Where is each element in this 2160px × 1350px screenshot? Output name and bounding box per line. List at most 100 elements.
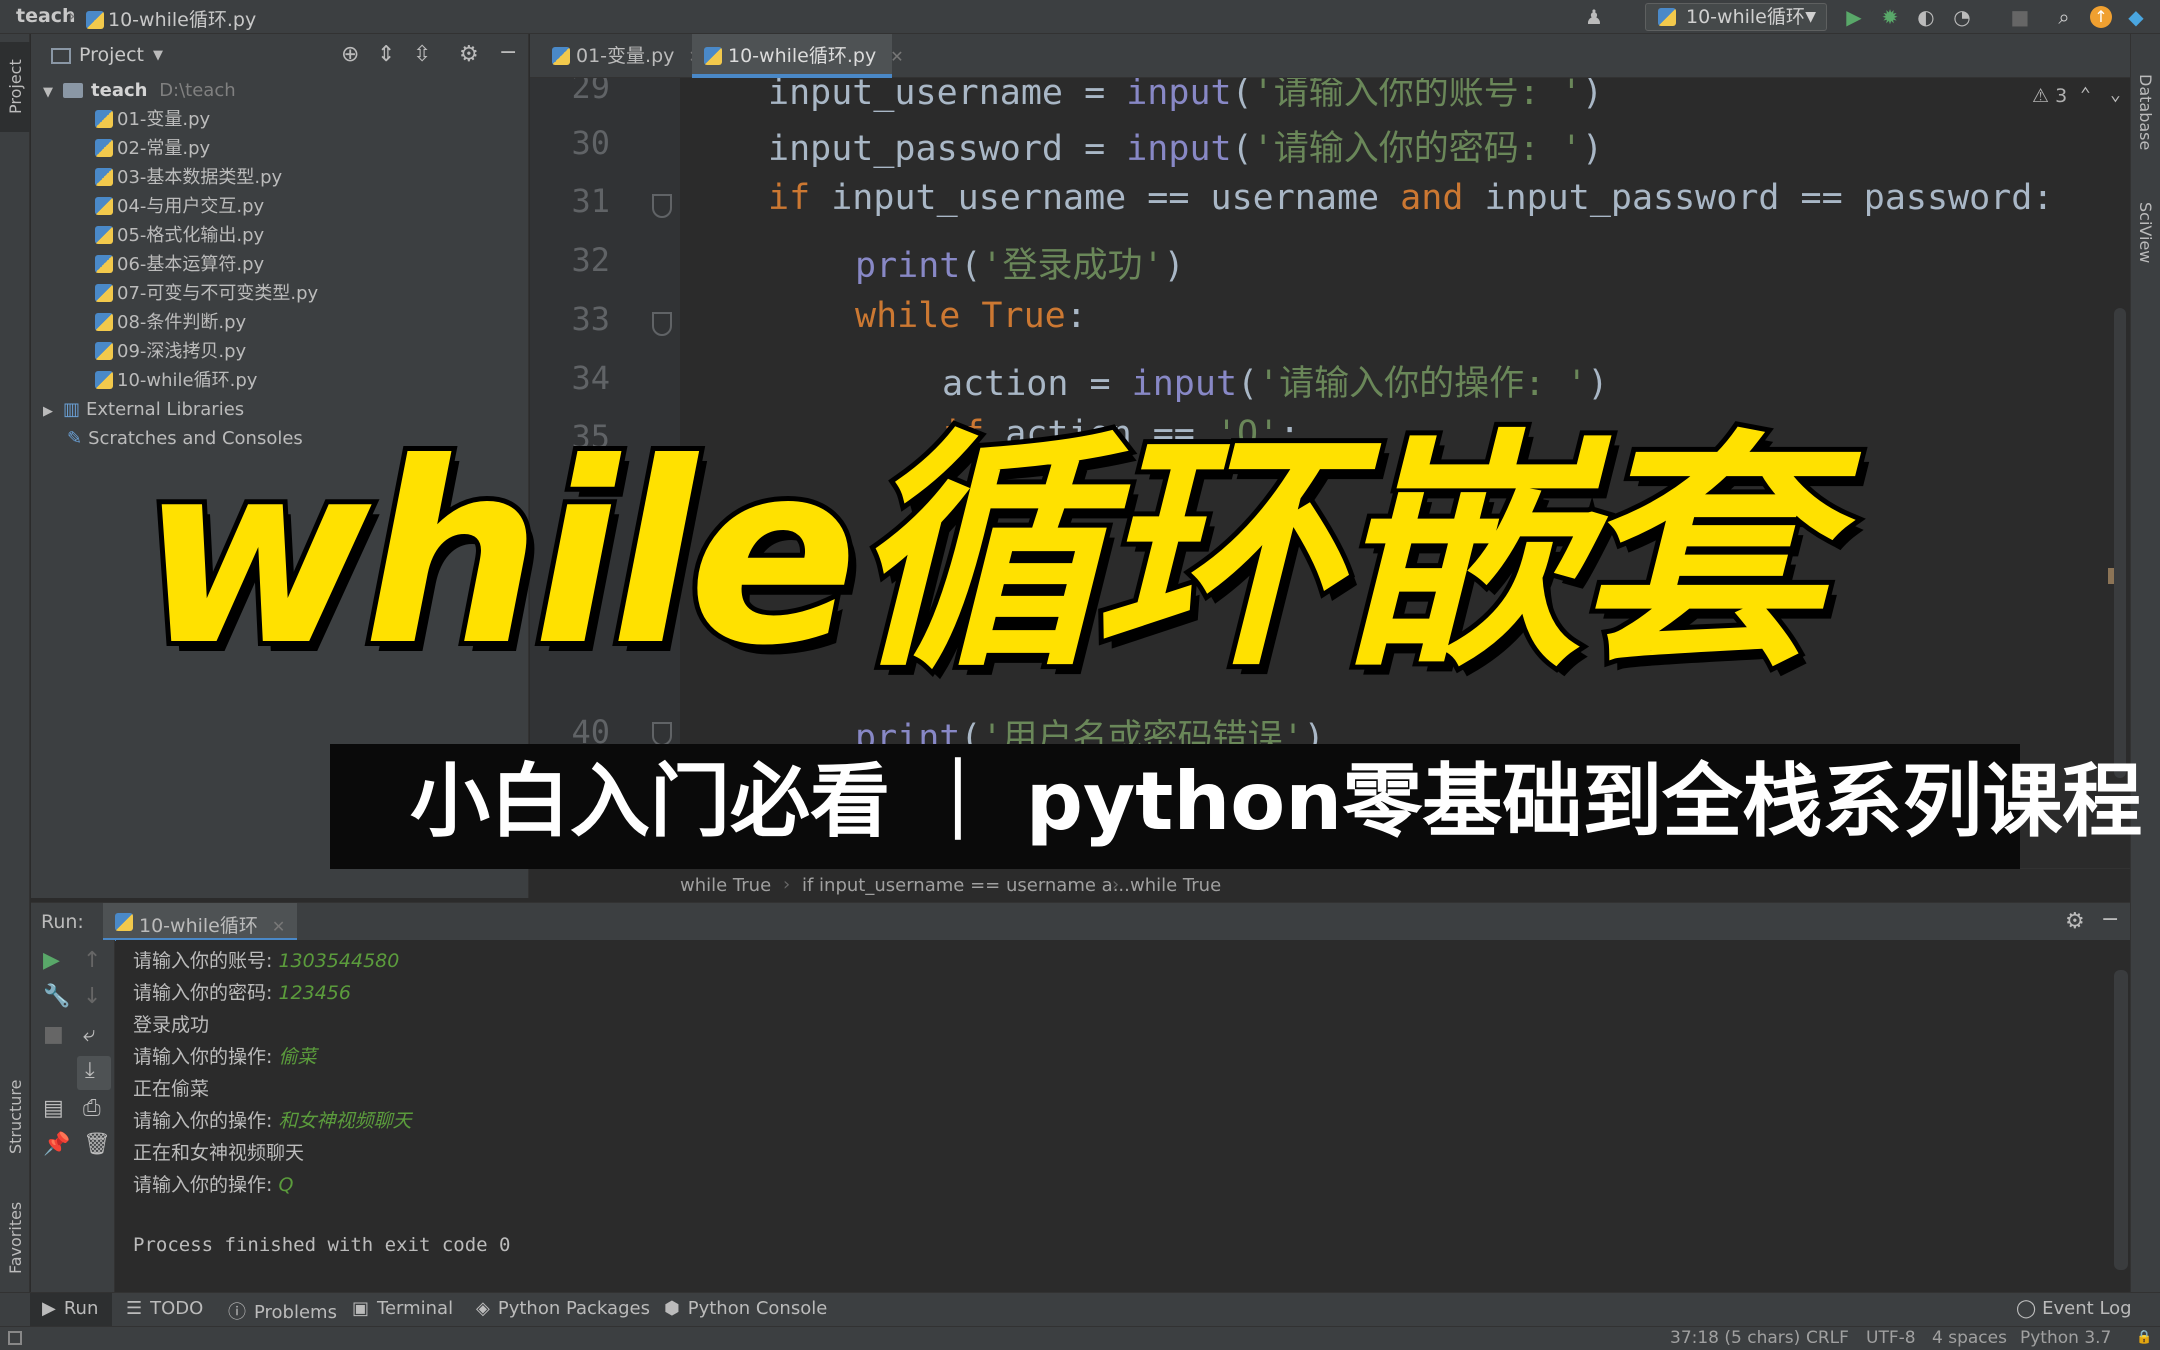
tree-file[interactable]: 01-变量.py	[95, 105, 210, 134]
run-panel-label: Run:	[41, 911, 84, 933]
tree-file[interactable]: 08-条件判断.py	[95, 308, 246, 337]
tree-file[interactable]: 07-可变与不可变类型.py	[95, 279, 318, 308]
line-number: 32	[571, 241, 610, 279]
tree-file[interactable]: 03-基本数据类型.py	[95, 163, 282, 192]
stop-icon[interactable]: ■	[43, 1022, 64, 1047]
fold-marker-icon[interactable]	[652, 194, 672, 218]
tool-todo[interactable]: ☰ TODO	[126, 1298, 203, 1319]
tree-file-label: 08-条件判断.py	[117, 312, 247, 333]
project-tool-button[interactable]: Project	[0, 42, 30, 132]
trash-icon[interactable]: 🗑	[83, 1132, 111, 1157]
tool-python-packages[interactable]: ◈ Python Packages	[476, 1298, 650, 1319]
python-icon: ⬢	[664, 1298, 680, 1319]
editor-scrollbar[interactable]	[2114, 308, 2126, 778]
chevron-down-icon[interactable]: ⌄	[2110, 84, 2121, 105]
structure-tool-label[interactable]: Structure	[6, 1080, 25, 1154]
locate-icon[interactable]: ⊕	[341, 42, 359, 67]
fold-marker-icon[interactable]	[652, 312, 672, 336]
gear-icon[interactable]: ⚙	[2065, 909, 2085, 934]
tree-file[interactable]: 10-while循环.py	[95, 366, 257, 395]
file-encoding[interactable]: UTF-8	[1866, 1328, 1916, 1348]
run-console[interactable]: 请输入你的账号: 1303544580 请输入你的密码: 123456 登录成功…	[116, 940, 2128, 1292]
tool-python-console[interactable]: ⬢ Python Console	[664, 1298, 827, 1319]
folder-icon	[63, 83, 83, 98]
tool-python-console-label: Python Console	[687, 1298, 828, 1319]
chevron-down-icon: ▼	[43, 85, 53, 100]
plugin-icon[interactable]: ◆	[2124, 5, 2148, 29]
favorites-tool-label[interactable]: Favorites	[6, 1202, 25, 1274]
fold-marker-icon[interactable]	[652, 722, 672, 746]
print-icon[interactable]: ⎙	[83, 1096, 101, 1121]
coverage-icon[interactable]: ◐	[1914, 5, 1938, 29]
update-icon[interactable]: ↑	[2090, 6, 2112, 28]
line-separator[interactable]: CRLF	[1806, 1328, 1849, 1348]
console-scrollbar[interactable]	[2114, 970, 2128, 1270]
warnings-indicator[interactable]: ⚠ 3	[2032, 85, 2067, 107]
rerun-icon[interactable]: ▶	[43, 948, 60, 973]
tool-python-packages-label: Python Packages	[497, 1298, 650, 1319]
toggle-tool-windows-icon[interactable]	[8, 1331, 22, 1345]
python-file-icon	[704, 47, 722, 65]
layout-icon[interactable]: ▤	[43, 1096, 64, 1121]
tree-file[interactable]: 02-常量.py	[95, 134, 210, 163]
collapse-all-icon[interactable]: ⇳	[413, 42, 431, 67]
tree-root[interactable]: ▼ teach D:\teach	[43, 76, 236, 105]
soft-wrap-icon[interactable]: ⤶	[83, 1022, 95, 1047]
stop-icon[interactable]: ■	[2008, 5, 2032, 29]
python-interpreter[interactable]: Python 3.7	[2020, 1328, 2111, 1348]
chevron-right-icon: ›	[68, 5, 76, 27]
console-line: 正在和女神视频聊天	[133, 1142, 305, 1164]
tool-run[interactable]: ▶ Run	[30, 1293, 113, 1326]
breadcrumb-project[interactable]: teach	[16, 5, 76, 27]
right-tool-stripe: Database SciView	[2130, 34, 2160, 1292]
breadcrumb-file[interactable]: 10-while循环.py	[86, 5, 256, 32]
lock-icon[interactable]: 🔒	[2136, 1330, 2152, 1345]
scratches-icon: ✎	[67, 428, 83, 449]
minimize-icon[interactable]: −	[499, 40, 517, 65]
tool-problems[interactable]: ⓘ Problems	[228, 1298, 337, 1324]
breadcrumb-item[interactable]: while True	[1130, 875, 1221, 896]
python-file-icon	[552, 47, 570, 65]
breadcrumb-item[interactable]: if input_username == username a...	[802, 875, 1130, 896]
arrow-down-icon[interactable]: ↓	[83, 984, 101, 1009]
chevron-down-icon[interactable]: ▼	[153, 48, 163, 63]
project-panel-title[interactable]: Project	[79, 44, 144, 66]
tree-file-label: 05-格式化输出.py	[117, 225, 265, 246]
minimize-icon[interactable]: −	[2101, 907, 2119, 932]
debug-icon[interactable]: ✹	[1878, 5, 1902, 29]
indent-setting[interactable]: 4 spaces	[1932, 1328, 2007, 1348]
tree-file[interactable]: 04-与用户交互.py	[95, 192, 264, 221]
event-log-icon: ◯	[2016, 1298, 2037, 1319]
breadcrumb-item[interactable]: while True	[680, 875, 771, 896]
tree-file[interactable]: 06-基本运算符.py	[95, 250, 264, 279]
line-number: 34	[571, 359, 610, 397]
sciview-tool-label[interactable]: SciView	[2136, 202, 2155, 263]
navigation-bar: teach › 10-while循环.py ♟ 10-while循环 ▼ ▶ ✹…	[0, 0, 2160, 34]
search-icon[interactable]: ⌕	[2052, 5, 2076, 29]
chevron-up-icon[interactable]: ⌃	[2080, 84, 2091, 105]
status-bar: 37:18 (5 chars) CRLF UTF-8 4 spaces Pyth…	[0, 1326, 2160, 1350]
caret-position[interactable]: 37:18 (5 chars)	[1670, 1328, 1800, 1348]
run-tab[interactable]: 10-while循环 ✕	[103, 903, 298, 941]
line-number: 29	[571, 78, 610, 106]
tree-file[interactable]: 05-格式化输出.py	[95, 221, 264, 250]
tool-event-log[interactable]: ◯ Event Log	[2016, 1298, 2132, 1319]
wrench-icon[interactable]: 🔧	[43, 984, 70, 1009]
run-config-selector[interactable]: 10-while循环 ▼	[1645, 3, 1827, 31]
tool-terminal[interactable]: ▣ Terminal	[352, 1298, 453, 1319]
close-icon[interactable]: ✕	[272, 917, 285, 936]
close-icon[interactable]: ✕	[890, 47, 903, 66]
run-icon[interactable]: ▶	[1842, 5, 1866, 29]
expand-all-icon[interactable]: ⇕	[377, 42, 395, 67]
arrow-up-icon[interactable]: ↑	[83, 948, 101, 973]
user-icon[interactable]: ♟	[1582, 5, 1606, 29]
tab-01-variables[interactable]: 01-变量.py ✕	[540, 34, 702, 78]
database-tool-label[interactable]: Database	[2136, 74, 2155, 150]
console-line: 请输入你的操作: Q	[133, 1174, 294, 1196]
tree-file[interactable]: 09-深浅拷贝.py	[95, 337, 246, 366]
video-title-overlay: while循环嵌套	[135, 409, 1831, 700]
gear-icon[interactable]: ⚙	[459, 42, 479, 67]
pin-icon[interactable]: 📌	[43, 1132, 70, 1157]
profile-icon[interactable]: ◔	[1950, 5, 1974, 29]
tab-10-while-loop[interactable]: 10-while循环.py ✕	[692, 34, 904, 78]
